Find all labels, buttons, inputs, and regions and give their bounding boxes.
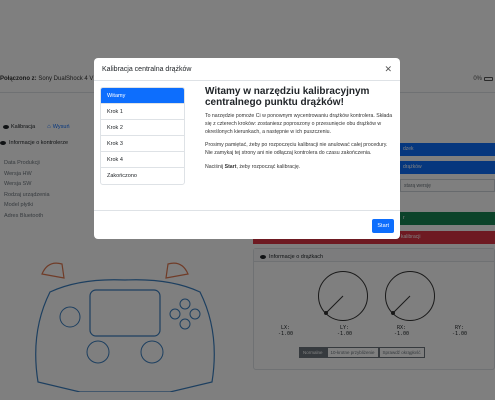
step-3[interactable]: Krok 3 [101,136,184,152]
welcome-heading: Witamy w narzędziu kalibracyjnym central… [205,86,370,108]
close-icon[interactable]: ✕ [384,64,392,75]
modal-header: Kalibracja centralna drążków ✕ [94,58,400,81]
step-1[interactable]: Krok 1 [101,104,184,120]
warning-paragraph: Prosimy pamiętać, żeby po rozpoczęciu ka… [205,142,388,157]
intro-paragraph: To narzędzie pomoże Ci w ponownym wycent… [205,113,393,135]
step-2[interactable]: Krok 2 [101,120,184,136]
step-finished[interactable]: Zakończono [101,168,184,184]
calibration-modal: Kalibracja centralna drążków ✕ Witamy Kr… [94,58,400,239]
step-welcome[interactable]: Witamy [101,88,184,104]
start-button[interactable]: Start [372,219,394,233]
step-4[interactable]: Krok 4 [101,152,184,168]
modal-footer: Start [94,210,400,239]
steps-list: Witamy Krok 1 Krok 2 Krok 3 Krok 4 Zakoń… [100,87,185,185]
modal-body: Witamy w narzędziu kalibracyjnym central… [205,86,393,178]
modal-title: Kalibracja centralna drążków [102,65,192,73]
start-instruction: Naciśnij Start, żeby rozpocząć kalibracj… [205,163,301,170]
